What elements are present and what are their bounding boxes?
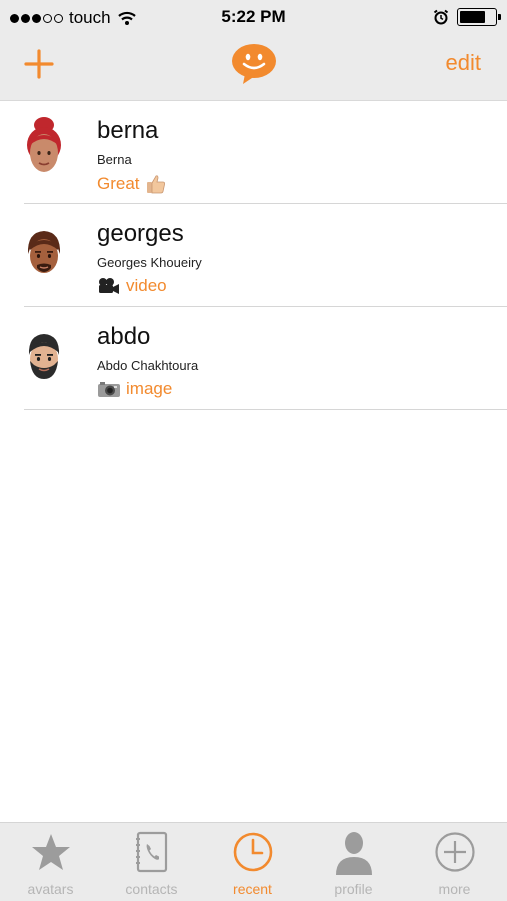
tab-avatars[interactable]: avatars bbox=[0, 823, 101, 901]
camera-icon bbox=[98, 382, 120, 397]
contact-name: berna bbox=[97, 117, 159, 144]
last-message-text: video bbox=[126, 276, 167, 295]
avatar bbox=[27, 117, 61, 172]
tab-more[interactable]: more bbox=[404, 823, 505, 901]
status-time: 5:22 PM bbox=[221, 7, 286, 26]
alarm-clock-icon bbox=[433, 9, 449, 25]
last-message: Great bbox=[97, 173, 167, 195]
tab-label: recent bbox=[233, 881, 272, 897]
tab-label: contacts bbox=[125, 881, 178, 897]
battery-icon bbox=[457, 8, 501, 26]
phone-book-icon bbox=[136, 831, 168, 873]
avatar bbox=[27, 231, 61, 273]
last-message-text: image bbox=[126, 379, 173, 398]
contact-full-name: Berna bbox=[97, 152, 132, 167]
add-button[interactable] bbox=[22, 47, 56, 81]
conversation-row[interactable]: abdo Abdo Chakhtoura image bbox=[24, 307, 507, 410]
conversation-row[interactable]: berna Berna Great bbox=[24, 101, 507, 204]
video-camera-icon bbox=[99, 278, 119, 294]
status-bar: touch 5:22 PM bbox=[0, 0, 507, 36]
status-right bbox=[433, 8, 501, 26]
thumbs-up-icon bbox=[146, 175, 165, 194]
tab-contacts[interactable]: contacts bbox=[101, 823, 202, 901]
edit-button[interactable]: edit bbox=[446, 50, 481, 76]
contact-name: abdo bbox=[97, 323, 151, 350]
person-icon bbox=[336, 832, 372, 875]
clock-icon bbox=[233, 832, 273, 872]
tab-recent[interactable]: recent bbox=[202, 823, 303, 901]
contact-full-name: Georges Khoueiry bbox=[97, 255, 202, 270]
top-bar: touch 5:22 PM edit bbox=[0, 0, 507, 101]
conversation-list: berna Berna Great georges Georges Khouei… bbox=[0, 101, 507, 410]
last-message-text: Great bbox=[97, 174, 140, 193]
last-message: image bbox=[97, 379, 172, 399]
avatar bbox=[28, 334, 60, 379]
tab-bar: avatars contacts recent profile more bbox=[0, 822, 507, 901]
contact-name: georges bbox=[97, 220, 184, 247]
tab-label: profile bbox=[334, 881, 373, 897]
last-message: video bbox=[97, 276, 167, 296]
contact-full-name: Abdo Chakhtoura bbox=[97, 358, 199, 373]
tab-label: avatars bbox=[27, 881, 74, 897]
plus-circle-icon bbox=[435, 832, 475, 872]
conversation-row[interactable]: georges Georges Khoueiry video bbox=[24, 204, 507, 307]
tab-label: more bbox=[438, 881, 471, 897]
smiley-speech-bubble-icon bbox=[232, 44, 276, 84]
star-icon bbox=[32, 834, 70, 870]
tab-profile[interactable]: profile bbox=[303, 823, 404, 901]
